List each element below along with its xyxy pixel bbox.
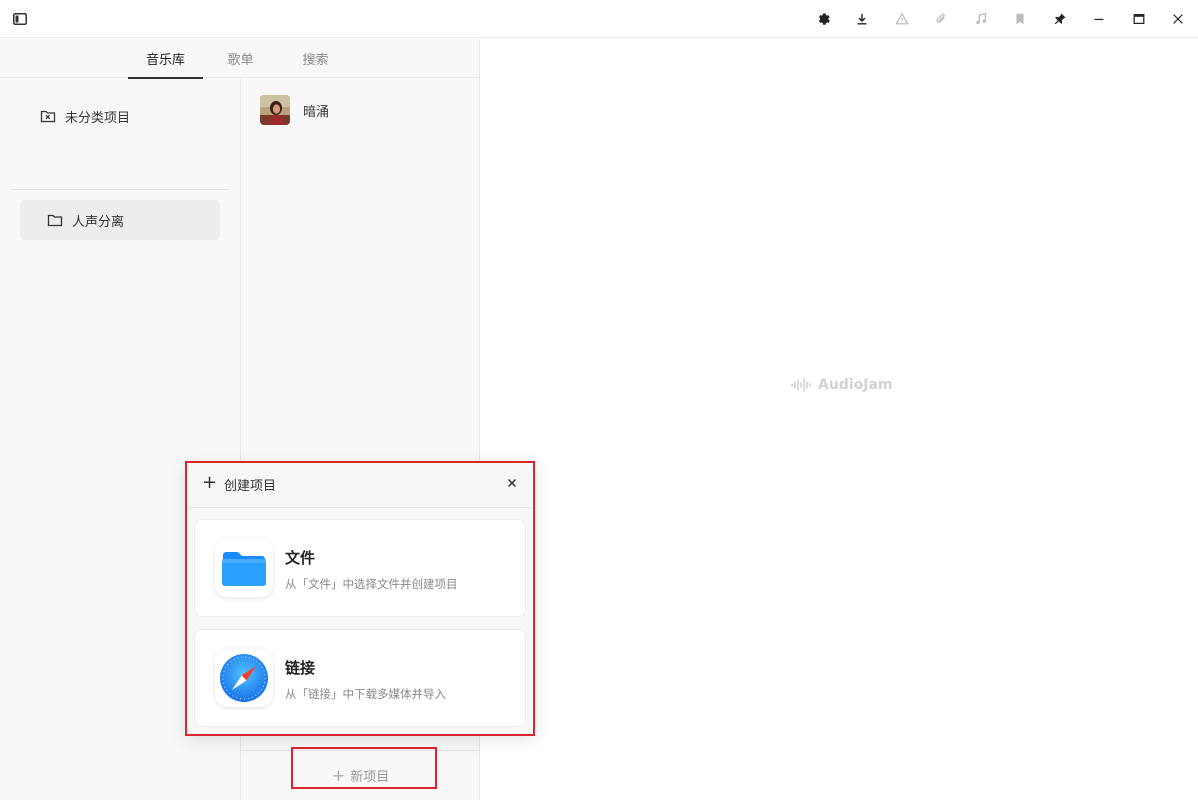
option-description: 从「链接」中下载多媒体并导入 — [285, 687, 446, 701]
new-project-button[interactable]: + 新项目 — [241, 750, 480, 800]
brand-name: AudioJam — [818, 377, 893, 393]
brand-watermark: AudioJam — [790, 376, 892, 394]
bookmark-icon[interactable] — [1001, 0, 1041, 38]
option-description: 从「文件」中选择文件并创建项目 — [285, 577, 458, 591]
tab-search[interactable]: 搜索 — [278, 39, 353, 78]
minimize-icon[interactable] — [1080, 0, 1120, 38]
download-icon[interactable] — [843, 0, 883, 38]
folder-label: 人声分离 — [72, 214, 125, 230]
maximize-icon[interactable] — [1119, 0, 1159, 38]
popup-header: + 创建项目 — [186, 462, 534, 508]
close-icon[interactable] — [1159, 0, 1198, 38]
divider — [11, 189, 229, 190]
folder-x-icon — [40, 108, 56, 124]
option-title: 文件 — [285, 549, 316, 567]
create-project-popup: + 创建项目 文件 从「文件」中选择文件并创建项目 链接 从「链接」中下载多媒体… — [186, 462, 534, 735]
title-bar — [0, 0, 1198, 38]
tab-library[interactable]: 音乐库 — [128, 39, 203, 79]
new-project-label: 新项目 — [350, 770, 390, 785]
folder-item-uncategorized[interactable]: 未分类项目 — [40, 106, 130, 126]
sidebar-toggle-icon[interactable] — [12, 11, 28, 27]
option-file-card[interactable]: 文件 从「文件」中选择文件并创建项目 — [194, 519, 526, 617]
folder-icon — [47, 212, 63, 228]
popup-title: 创建项目 — [224, 479, 277, 494]
tab-bar: 音乐库 歌单 搜索 — [0, 39, 479, 79]
waveform-icon — [791, 378, 811, 392]
music-note-icon[interactable] — [961, 0, 1001, 38]
attachment-icon[interactable] — [922, 0, 962, 38]
close-icon[interactable] — [505, 476, 519, 490]
tab-playlists[interactable]: 歌单 — [203, 39, 278, 78]
folder-label: 未分类项目 — [65, 110, 131, 126]
album-cover — [260, 95, 290, 125]
song-title: 暗涌 — [303, 104, 330, 120]
plus-icon: + — [331, 766, 346, 785]
alert-icon[interactable] — [882, 0, 922, 38]
folder-item-vocal-separation[interactable]: 人声分离 — [20, 200, 220, 240]
safari-compass-icon — [215, 649, 273, 707]
song-item[interactable]: 暗涌 — [260, 95, 329, 125]
option-link-card[interactable]: 链接 从「链接」中下载多媒体并导入 — [194, 629, 526, 727]
files-app-icon — [215, 539, 273, 597]
plus-icon: + — [202, 472, 218, 493]
option-title: 链接 — [285, 659, 316, 677]
settings-icon[interactable] — [803, 0, 843, 38]
pin-icon[interactable] — [1040, 0, 1080, 38]
